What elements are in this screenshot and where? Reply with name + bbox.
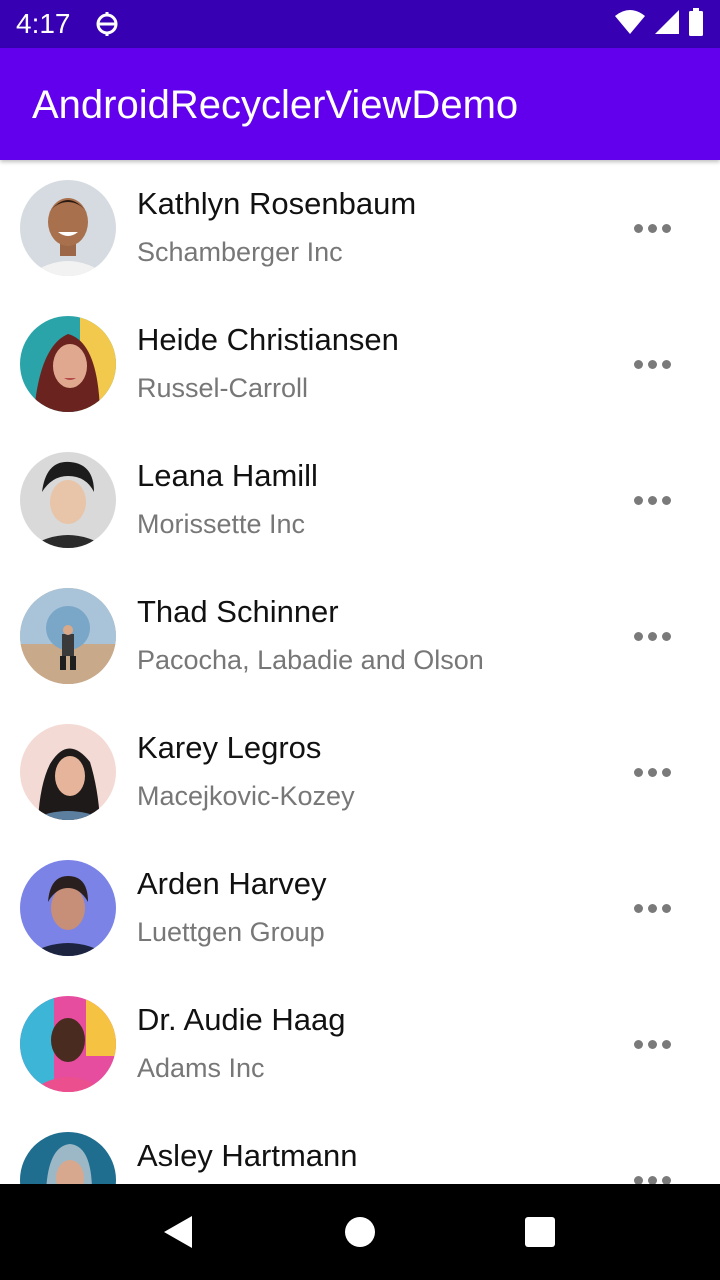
contact-name: Asley Hartmann: [137, 1138, 358, 1173]
contact-name: Thad Schinner: [137, 594, 339, 629]
status-time: 4:17: [16, 8, 71, 39]
more-horizontal-icon[interactable]: [626, 1164, 678, 1184]
contact-name: Leana Hamill: [137, 458, 318, 493]
contact-name: Arden Harvey: [137, 866, 327, 901]
contact-list[interactable]: Kathlyn Rosenbaum Schamberger Inc Heide …: [0, 160, 720, 1184]
status-icons: [614, 7, 704, 41]
contact-company: Luettgen Group: [137, 917, 325, 947]
screen: 4:17 AndroidRecyclerViewDemo Kathlyn Ros…: [0, 0, 720, 1280]
more-horizontal-icon[interactable]: [626, 1028, 678, 1060]
avatar: [20, 724, 116, 820]
list-item[interactable]: Heide Christiansen Russel-Carroll: [0, 296, 720, 432]
app-bar: AndroidRecyclerViewDemo: [0, 48, 720, 160]
contact-company: Russel-Carroll: [137, 373, 309, 403]
list-item[interactable]: Dr. Audie Haag Adams Inc: [0, 976, 720, 1112]
contact-company: Morissette Inc: [137, 509, 306, 539]
battery-icon: [688, 7, 704, 41]
more-horizontal-icon[interactable]: [626, 484, 678, 516]
wifi-icon: [614, 9, 646, 40]
list-item[interactable]: Leana Hamill Morissette Inc: [0, 432, 720, 568]
contact-company: Adams Inc: [137, 1053, 265, 1083]
contact-name: Dr. Audie Haag: [137, 1002, 346, 1037]
list-item[interactable]: Kathlyn Rosenbaum Schamberger Inc: [0, 160, 720, 296]
navigation-bar: [0, 1184, 720, 1280]
contact-company: Macejkovic-Kozey: [137, 781, 355, 811]
contact-name: Karey Legros: [137, 730, 322, 765]
contact-company: Pacocha, Labadie and Olson: [137, 645, 484, 675]
avatar: [20, 180, 116, 276]
home-icon[interactable]: [336, 1208, 384, 1256]
avatar: [20, 1132, 116, 1184]
avatar: [20, 452, 116, 548]
list-item[interactable]: Thad Schinner Pacocha, Labadie and Olson: [0, 568, 720, 704]
more-horizontal-icon[interactable]: [626, 620, 678, 652]
avatar: [20, 996, 116, 1092]
contact-name: Heide Christiansen: [137, 322, 399, 357]
more-horizontal-icon[interactable]: [626, 212, 678, 244]
avatar: [20, 588, 116, 684]
list-item[interactable]: Asley Hartmann: [0, 1112, 720, 1184]
contact-name: Kathlyn Rosenbaum: [137, 186, 417, 221]
app-title: AndroidRecyclerViewDemo: [32, 83, 519, 127]
more-horizontal-icon[interactable]: [626, 348, 678, 380]
contact-company: Schamberger Inc: [137, 237, 343, 267]
more-horizontal-icon[interactable]: [626, 892, 678, 924]
avatar: [20, 316, 116, 412]
avatar: [20, 860, 116, 956]
notification-icon: [94, 10, 120, 38]
cell-signal-icon: [654, 9, 680, 40]
list-item[interactable]: Arden Harvey Luettgen Group: [0, 840, 720, 976]
list-item[interactable]: Karey Legros Macejkovic-Kozey: [0, 704, 720, 840]
more-horizontal-icon[interactable]: [626, 756, 678, 788]
back-icon[interactable]: [154, 1208, 202, 1256]
status-bar: 4:17: [0, 0, 720, 48]
recents-icon[interactable]: [516, 1208, 564, 1256]
